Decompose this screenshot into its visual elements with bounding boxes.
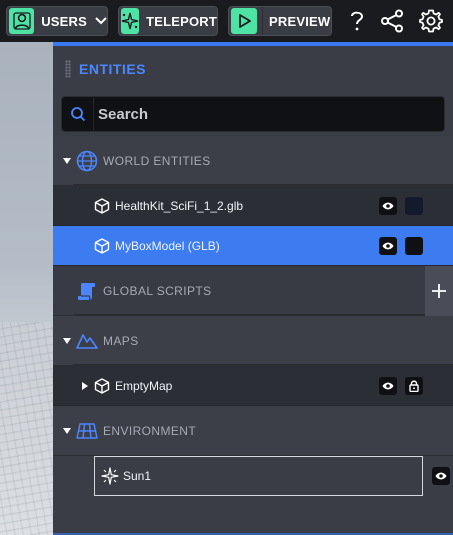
play-icon bbox=[231, 8, 257, 34]
users-label: USERS bbox=[41, 13, 87, 29]
caret-right-icon[interactable] bbox=[79, 381, 91, 390]
divider bbox=[73, 364, 453, 365]
section-title: ENVIRONMENT bbox=[103, 423, 197, 438]
entity-tree: WORLD ENTITIES HealthKit_SciFi_1_2.glb M… bbox=[53, 136, 453, 456]
section-world-entities[interactable]: WORLD ENTITIES bbox=[53, 136, 453, 186]
help-icon[interactable] bbox=[344, 8, 370, 34]
user-icon bbox=[9, 8, 35, 34]
eye-icon[interactable] bbox=[379, 197, 397, 215]
lock-toggle[interactable] bbox=[405, 197, 423, 215]
preview-button[interactable]: PREVIEW bbox=[228, 6, 332, 36]
section-title: GLOBAL SCRIPTS bbox=[103, 283, 212, 298]
entity-row-myboxmodel[interactable]: MyBoxModel (GLB) bbox=[53, 226, 453, 266]
drag-handle-icon[interactable] bbox=[65, 60, 71, 78]
scene-floor bbox=[0, 322, 53, 535]
entity-label: HealthKit_SciFi_1_2.glb bbox=[115, 198, 244, 213]
globe-icon bbox=[75, 149, 99, 173]
cube-icon bbox=[93, 377, 111, 395]
mountain-icon bbox=[75, 329, 99, 353]
plus-icon bbox=[432, 284, 446, 298]
caret-down-icon[interactable] bbox=[61, 427, 73, 434]
entity-label: Sun1 bbox=[123, 469, 152, 483]
search-input[interactable] bbox=[94, 98, 444, 130]
sparkle-icon bbox=[101, 467, 119, 485]
search-box bbox=[61, 96, 445, 132]
lock-toggle[interactable] bbox=[405, 237, 423, 255]
teleport-icon bbox=[121, 8, 140, 34]
caret-down-icon[interactable] bbox=[61, 337, 73, 344]
grid-icon bbox=[75, 419, 99, 443]
eye-icon[interactable] bbox=[379, 377, 397, 395]
cube-icon bbox=[93, 197, 111, 215]
top-toolbar: USERS TELEPORT PREVIEW bbox=[0, 0, 453, 42]
preview-separator bbox=[262, 7, 263, 35]
teleport-label: TELEPORT bbox=[146, 13, 217, 29]
cube-icon bbox=[93, 237, 111, 255]
panel-header: ENTITIES bbox=[53, 46, 453, 92]
lock-icon[interactable] bbox=[405, 377, 423, 395]
chevron-down-icon bbox=[95, 17, 107, 25]
section-title: MAPS bbox=[103, 333, 139, 348]
entity-label: EmptyMap bbox=[115, 378, 173, 393]
divider bbox=[73, 314, 453, 315]
section-maps[interactable]: MAPS bbox=[53, 316, 453, 366]
teleport-button[interactable]: TELEPORT bbox=[118, 6, 218, 36]
eye-icon[interactable] bbox=[379, 237, 397, 255]
scene-viewport[interactable] bbox=[0, 42, 53, 535]
section-title: WORLD ENTITIES bbox=[103, 153, 211, 168]
gear-icon[interactable] bbox=[418, 8, 444, 34]
entity-row-sun-outline[interactable]: Sun1 bbox=[94, 456, 423, 496]
section-global-scripts[interactable]: GLOBAL SCRIPTS bbox=[53, 266, 453, 316]
divider bbox=[73, 184, 453, 185]
entity-row-sun[interactable]: Sun1 bbox=[53, 456, 453, 496]
panel-title: ENTITIES bbox=[79, 61, 147, 77]
entity-row-healthkit[interactable]: HealthKit_SciFi_1_2.glb bbox=[53, 186, 453, 226]
entities-panel: ENTITIES WORLD ENTITIES HealthKit_SciFi_… bbox=[53, 42, 453, 535]
preview-label: PREVIEW bbox=[269, 13, 331, 29]
entity-label: MyBoxModel (GLB) bbox=[115, 238, 220, 253]
users-button[interactable]: USERS bbox=[6, 6, 108, 36]
section-environment[interactable]: ENVIRONMENT bbox=[53, 406, 453, 456]
script-icon bbox=[75, 279, 99, 303]
caret-down-icon[interactable] bbox=[61, 157, 73, 164]
eye-icon[interactable] bbox=[432, 467, 450, 485]
share-icon[interactable] bbox=[379, 8, 405, 34]
search-icon bbox=[62, 97, 94, 131]
add-script-button[interactable] bbox=[425, 266, 453, 316]
entity-row-emptymap[interactable]: EmptyMap bbox=[53, 366, 453, 406]
